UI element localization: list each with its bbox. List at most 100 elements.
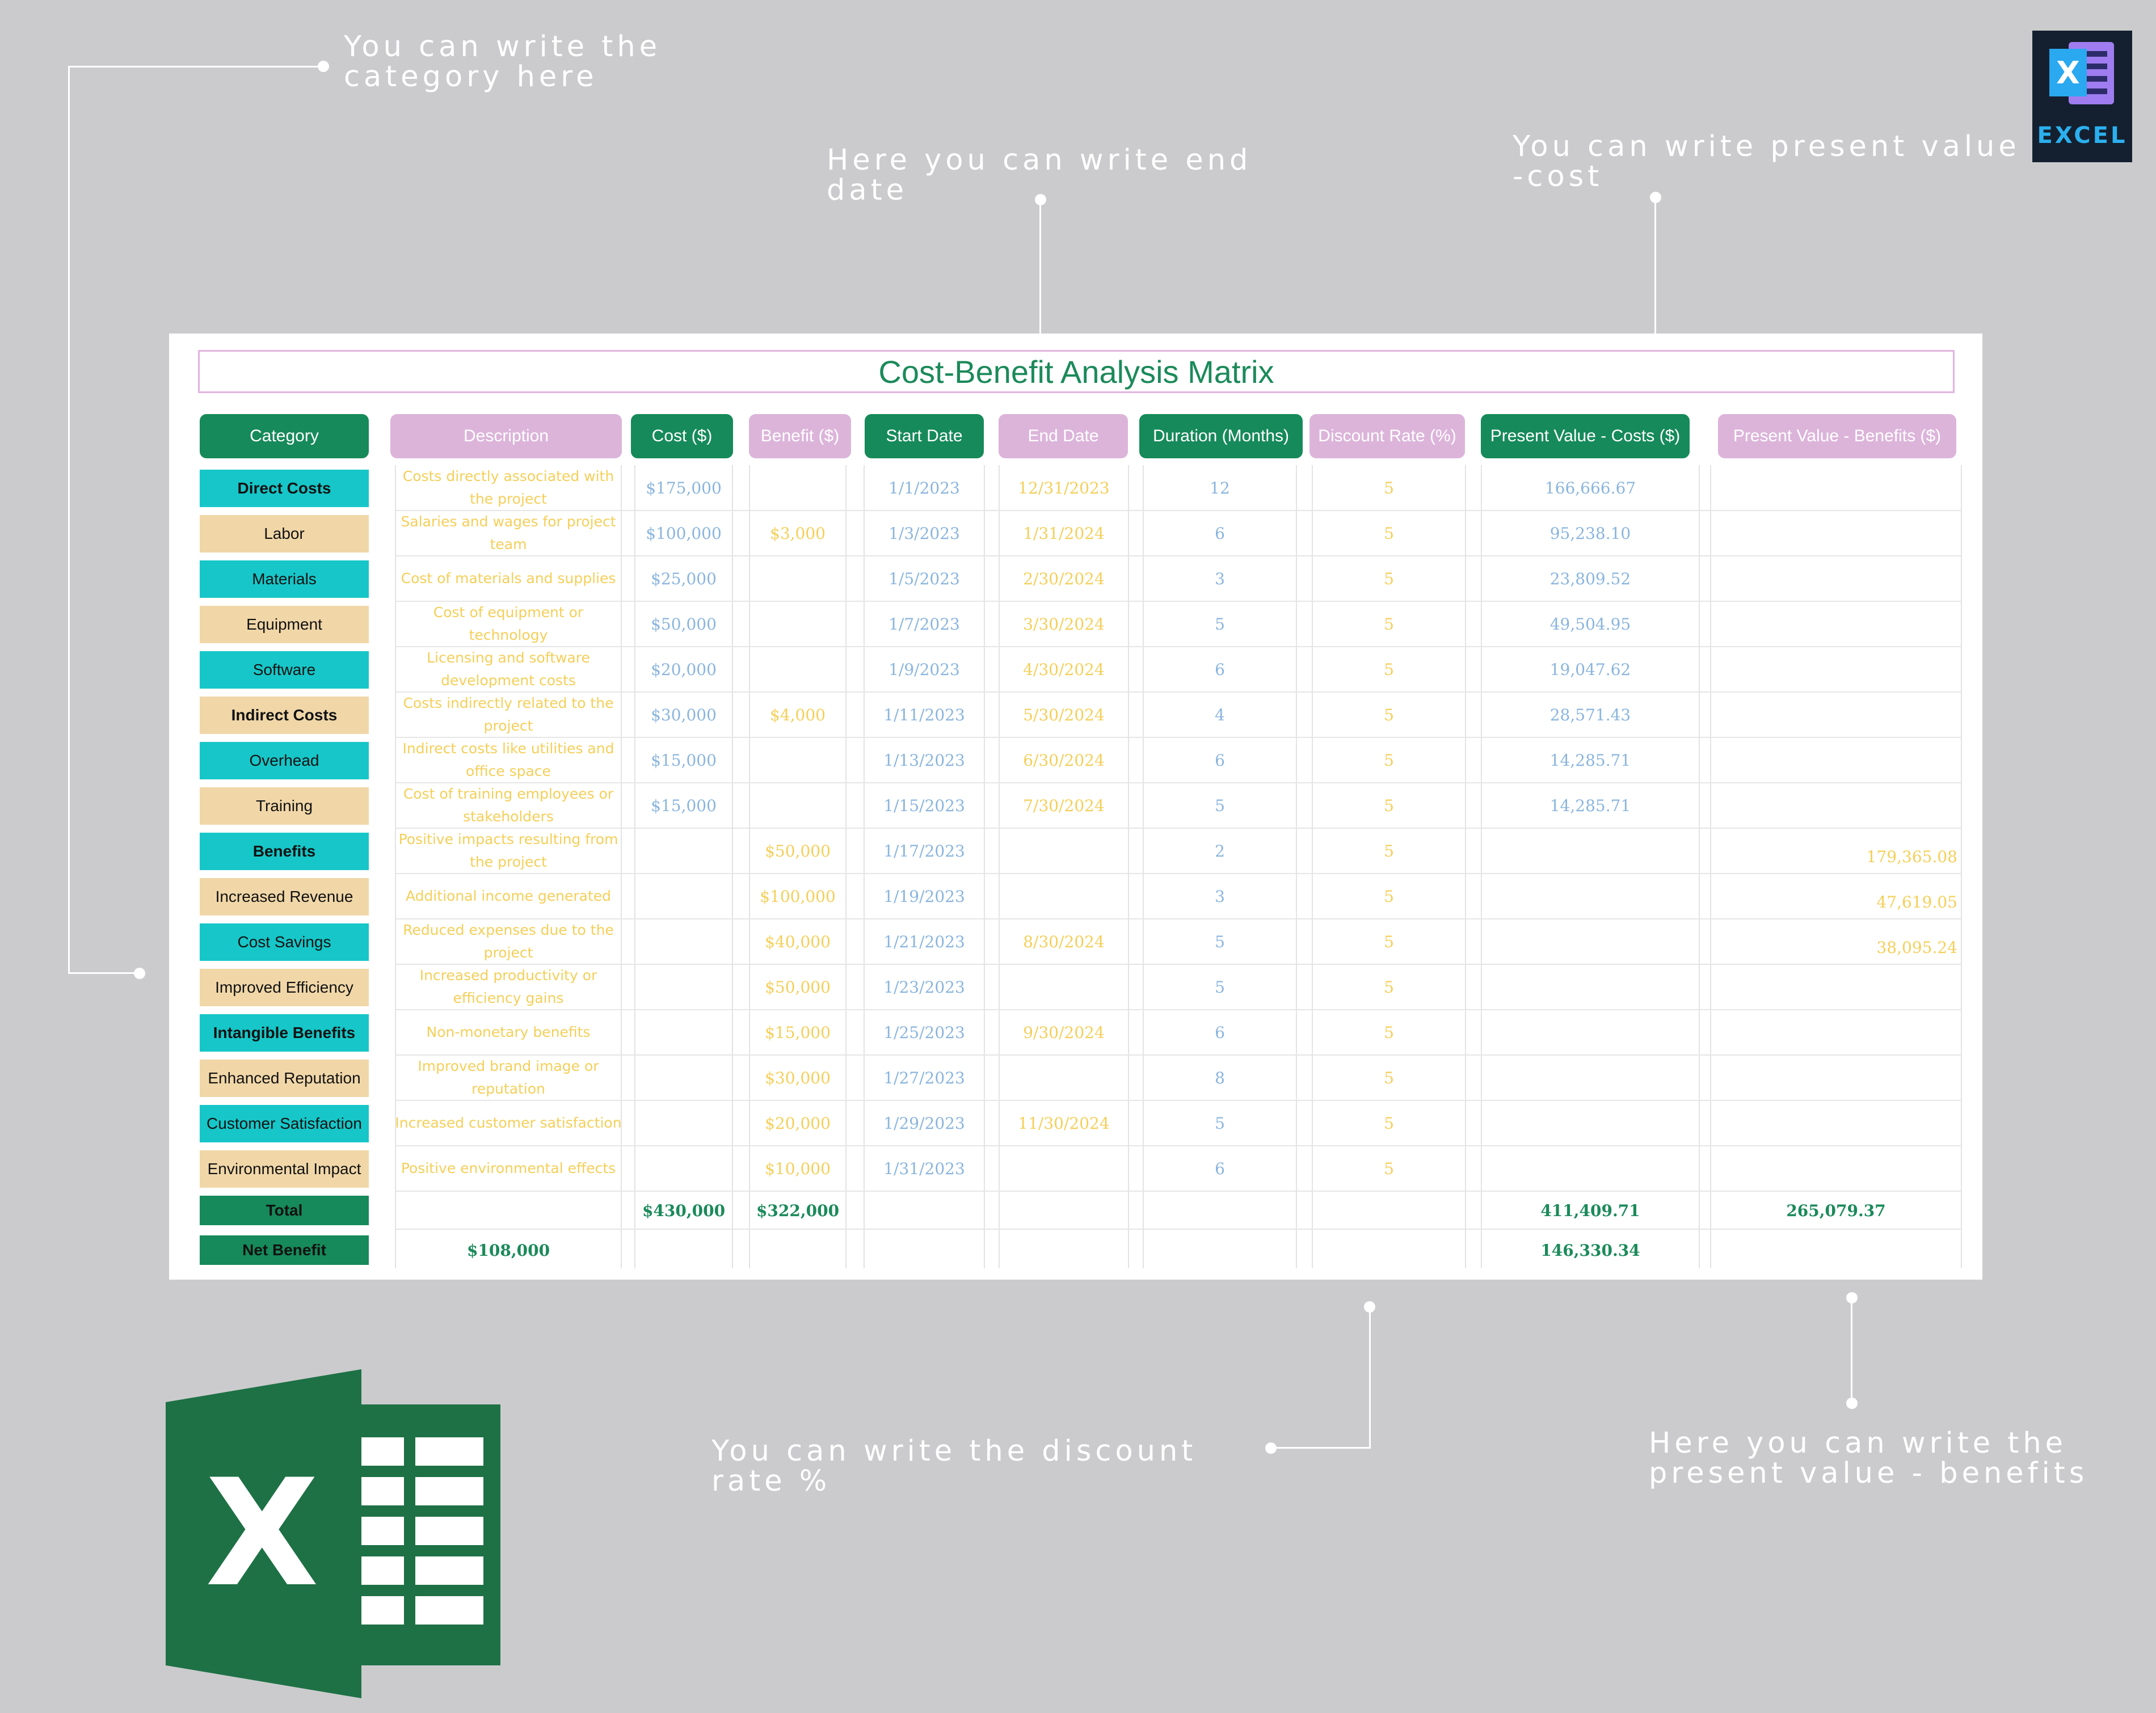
discount-rate-cell[interactable]: 5 [1312,964,1466,1010]
header-description[interactable]: Description [390,414,622,458]
end-date-cell[interactable]: 8/30/2024 [999,919,1129,964]
discount-rate-cell[interactable]: 5 [1312,510,1466,556]
description-cell[interactable]: Improved brand image or reputation [395,1055,622,1100]
cost-cell[interactable] [634,1055,733,1100]
pv-benefits-cell[interactable]: 38,095.24 [1710,925,1962,970]
benefit-cell[interactable]: $100,000 [749,874,847,919]
duration-cell[interactable]: 6 [1143,737,1297,783]
end-date-cell[interactable] [999,1146,1129,1191]
duration-cell[interactable]: 6 [1143,1010,1297,1055]
end-date-cell[interactable]: 4/30/2024 [999,647,1129,692]
pv-costs-cell[interactable] [1481,874,1700,919]
duration-cell[interactable]: 5 [1143,964,1297,1010]
cost-cell[interactable]: $15,000 [634,783,733,828]
cost-cell[interactable]: $50,000 [634,601,733,647]
cost-cell[interactable]: $100,000 [634,510,733,556]
benefit-cell[interactable]: $50,000 [749,964,847,1010]
description-cell[interactable]: Cost of materials and supplies [395,556,622,601]
start-date-cell[interactable]: 1/23/2023 [864,964,985,1010]
description-cell[interactable]: Positive impacts resulting from the proj… [395,828,622,874]
start-date-cell[interactable]: 1/25/2023 [864,1010,985,1055]
end-date-cell[interactable]: 11/30/2024 [999,1100,1129,1146]
description-cell[interactable]: Reduced expenses due to the project [395,919,622,964]
category-cell[interactable]: Benefits [200,833,369,870]
start-date-cell[interactable]: 1/19/2023 [864,874,985,919]
discount-rate-cell[interactable]: 5 [1312,783,1466,828]
cost-cell[interactable]: $15,000 [634,737,733,783]
start-date-cell[interactable]: 1/15/2023 [864,783,985,828]
start-date-cell[interactable]: 1/21/2023 [864,919,985,964]
discount-rate-cell[interactable]: 5 [1312,828,1466,874]
benefit-cell[interactable]: $30,000 [749,1055,847,1100]
cost-cell[interactable]: $20,000 [634,647,733,692]
category-cell[interactable]: Software [200,651,369,689]
category-cell[interactable]: Materials [200,560,369,598]
duration-cell[interactable]: 12 [1143,465,1297,510]
pv-costs-cell[interactable]: 166,666.67 [1481,465,1700,510]
duration-cell[interactable]: 3 [1143,874,1297,919]
pv-benefits-cell[interactable] [1710,652,1962,698]
cost-cell[interactable] [634,1010,733,1055]
pv-costs-cell[interactable] [1481,1055,1700,1100]
end-date-cell[interactable] [999,874,1129,919]
end-date-cell[interactable]: 6/30/2024 [999,737,1129,783]
duration-cell[interactable]: 6 [1143,510,1297,556]
benefit-cell[interactable]: $40,000 [749,919,847,964]
benefit-cell[interactable] [749,783,847,828]
description-cell[interactable]: Indirect costs like utilities and office… [395,737,622,783]
pv-costs-cell[interactable]: 14,285.71 [1481,783,1700,828]
duration-cell[interactable]: 5 [1143,1100,1297,1146]
benefit-cell[interactable] [749,601,847,647]
end-date-cell[interactable] [999,964,1129,1010]
discount-rate-cell[interactable]: 5 [1312,1100,1466,1146]
discount-rate-cell[interactable]: 5 [1312,737,1466,783]
cost-cell[interactable] [634,964,733,1010]
category-cell[interactable]: Enhanced Reputation [200,1060,369,1097]
pv-benefits-cell[interactable] [1710,970,1962,1015]
header-discount-rate[interactable]: Discount Rate (%) [1309,414,1465,458]
pv-benefits-cell[interactable]: 47,619.05 [1710,879,1962,925]
end-date-cell[interactable]: 1/31/2024 [999,510,1129,556]
description-cell[interactable]: Costs indirectly related to the project [395,692,622,737]
discount-rate-cell[interactable]: 5 [1312,1010,1466,1055]
benefit-cell[interactable]: $4,000 [749,692,847,737]
cost-cell[interactable] [634,1146,733,1191]
header-benefit[interactable]: Benefit ($) [749,414,851,458]
discount-rate-cell[interactable]: 5 [1312,919,1466,964]
pv-benefits-cell[interactable] [1710,1015,1962,1061]
category-cell[interactable]: Increased Revenue [200,878,369,915]
duration-cell[interactable]: 5 [1143,783,1297,828]
description-cell[interactable]: Non-monetary benefits [395,1010,622,1055]
category-cell[interactable]: Improved Efficiency [200,969,369,1006]
start-date-cell[interactable]: 1/31/2023 [864,1146,985,1191]
benefit-cell[interactable] [749,465,847,510]
benefit-cell[interactable]: $15,000 [749,1010,847,1055]
pv-benefits-cell[interactable] [1710,562,1962,607]
pv-costs-cell[interactable] [1481,964,1700,1010]
cost-cell[interactable] [634,828,733,874]
duration-cell[interactable]: 6 [1143,1146,1297,1191]
description-cell[interactable]: Costs directly associated with the proje… [395,465,622,510]
duration-cell[interactable]: 6 [1143,647,1297,692]
discount-rate-cell[interactable]: 5 [1312,601,1466,647]
duration-cell[interactable]: 2 [1143,828,1297,874]
header-end-date[interactable]: End Date [999,414,1128,458]
end-date-cell[interactable]: 3/30/2024 [999,601,1129,647]
discount-rate-cell[interactable]: 5 [1312,556,1466,601]
category-cell[interactable]: Cost Savings [200,923,369,961]
start-date-cell[interactable]: 1/11/2023 [864,692,985,737]
description-cell[interactable]: Increased productivity or efficiency gai… [395,964,622,1010]
pv-benefits-cell[interactable]: 179,365.08 [1710,834,1962,879]
start-date-cell[interactable]: 1/9/2023 [864,647,985,692]
cost-cell[interactable]: $25,000 [634,556,733,601]
category-cell[interactable]: Overhead [200,742,369,779]
pv-benefits-cell[interactable] [1710,471,1962,516]
cost-cell[interactable] [634,1100,733,1146]
pv-costs-cell[interactable]: 28,571.43 [1481,692,1700,737]
category-cell[interactable]: Customer Satisfaction [200,1105,369,1142]
duration-cell[interactable]: 5 [1143,601,1297,647]
pv-costs-cell[interactable] [1481,1010,1700,1055]
benefit-cell[interactable]: $20,000 [749,1100,847,1146]
pv-benefits-cell[interactable] [1710,1106,1962,1151]
end-date-cell[interactable] [999,1055,1129,1100]
